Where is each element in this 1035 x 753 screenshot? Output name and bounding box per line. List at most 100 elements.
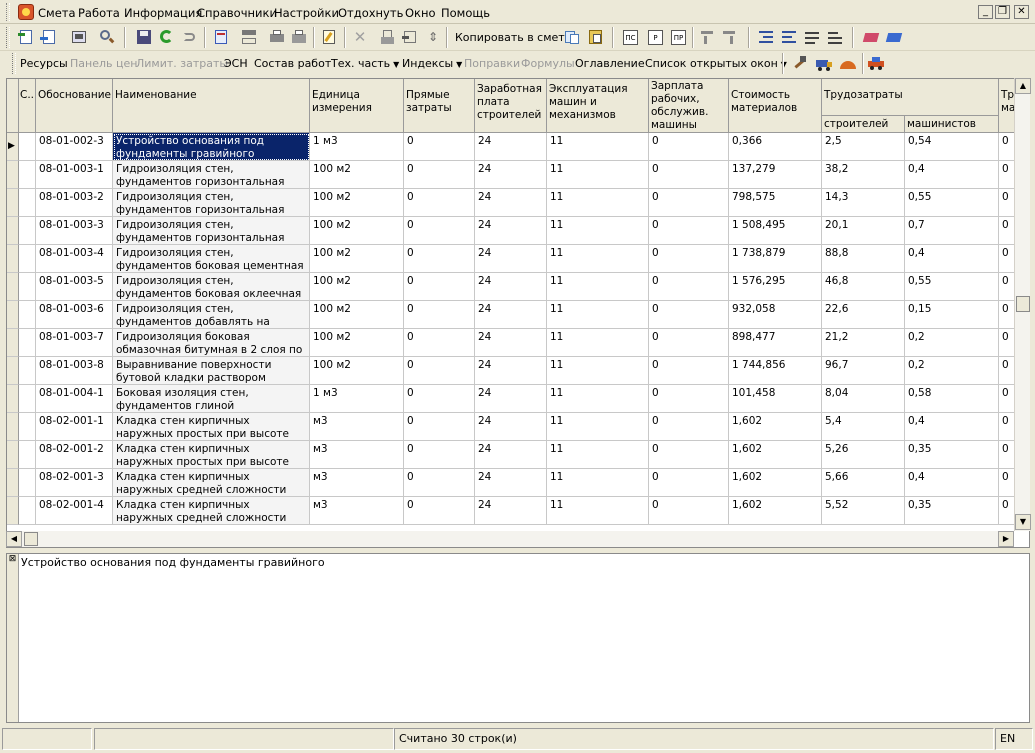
contents-button[interactable]: Оглавление xyxy=(575,57,645,70)
cell-machines[interactable]: 11 xyxy=(547,357,649,385)
cell-unit[interactable]: м3 xyxy=(310,441,404,469)
insert-row-icon[interactable] xyxy=(18,28,36,46)
open-windows-button[interactable]: Список открытых окон ▼ xyxy=(645,57,787,70)
cell-labor-operators[interactable]: 0,35 xyxy=(905,497,999,525)
cell-machine-wage[interactable]: 0 xyxy=(649,301,729,329)
paste-icon[interactable] xyxy=(587,28,605,46)
cell-materials[interactable]: 798,575 xyxy=(729,189,822,217)
table-row[interactable]: 08-02-001-3 Кладка стен кирпичных наружны… xyxy=(7,469,1029,497)
cell-c[interactable] xyxy=(19,469,36,497)
cell-machine-wage[interactable]: 0 xyxy=(649,161,729,189)
cell-wage[interactable]: 24 xyxy=(475,329,547,357)
cell-c[interactable] xyxy=(19,357,36,385)
recalc-icon[interactable] xyxy=(212,28,230,46)
cell-labor-operators[interactable]: 0,15 xyxy=(905,301,999,329)
work-composition-button[interactable]: Состав работ xyxy=(254,57,331,70)
cell-materials[interactable]: 1,602 xyxy=(729,413,822,441)
table-row[interactable]: 08-01-003-5 Гидроизоляция стен, фундамент… xyxy=(7,273,1029,301)
menu-item-window[interactable]: Окно xyxy=(405,6,436,20)
save-icon[interactable] xyxy=(135,28,153,46)
cell-labor-builders[interactable]: 88,8 xyxy=(822,245,905,273)
cell-materials[interactable]: 1 744,856 xyxy=(729,357,822,385)
cell-materials[interactable]: 1,602 xyxy=(729,497,822,525)
cell-basis[interactable]: 08-01-004-1 xyxy=(36,385,113,413)
cell-wage[interactable]: 24 xyxy=(475,357,547,385)
close-detail-icon[interactable]: ⊠ xyxy=(8,555,17,564)
cell-wage[interactable]: 24 xyxy=(475,161,547,189)
cell-c[interactable] xyxy=(19,189,36,217)
cell-unit[interactable]: 100 м2 xyxy=(310,217,404,245)
r-icon[interactable]: Р xyxy=(646,28,664,46)
cell-c[interactable] xyxy=(19,301,36,329)
cell-c[interactable] xyxy=(19,245,36,273)
cell-wage[interactable]: 24 xyxy=(475,301,547,329)
cell-name[interactable]: Кладка стен кирпичных наружных средней с… xyxy=(113,469,310,497)
undo-icon[interactable] xyxy=(181,28,199,46)
cell-basis[interactable]: 08-01-003-7 xyxy=(36,329,113,357)
cell-unit[interactable]: м3 xyxy=(310,413,404,441)
limit-costs-button[interactable]: Лимит. затраты xyxy=(136,57,228,70)
menu-item-help[interactable]: Помощь xyxy=(441,6,490,20)
close-button[interactable]: ✕ xyxy=(1014,5,1029,19)
cell-materials[interactable]: 101,458 xyxy=(729,385,822,413)
price-panel-button[interactable]: Панель цен xyxy=(70,57,137,70)
cell-labor-builders[interactable]: 21,2 xyxy=(822,329,905,357)
book-blue-icon[interactable] xyxy=(885,28,903,46)
cell-machine-wage[interactable]: 0 xyxy=(649,217,729,245)
cell-materials[interactable]: 1,602 xyxy=(729,441,822,469)
cell-labor-builders[interactable]: 20,1 xyxy=(822,217,905,245)
cell-wage[interactable]: 24 xyxy=(475,469,547,497)
insert-child-icon[interactable] xyxy=(40,28,58,46)
indent-right-icon[interactable] xyxy=(757,28,775,46)
cell-labor-operators[interactable]: 0,35 xyxy=(905,441,999,469)
cell-machines[interactable]: 11 xyxy=(547,385,649,413)
cell-c[interactable] xyxy=(19,497,36,525)
align-icon[interactable] xyxy=(826,28,844,46)
cell-basis[interactable]: 08-02-001-2 xyxy=(36,441,113,469)
cell-basis[interactable]: 08-01-003-8 xyxy=(36,357,113,385)
cell-labor-operators[interactable]: 0,55 xyxy=(905,273,999,301)
cell-wage[interactable]: 24 xyxy=(475,273,547,301)
cell-machine-wage[interactable]: 0 xyxy=(649,133,729,161)
cell-wage[interactable]: 24 xyxy=(475,245,547,273)
cell-machine-wage[interactable]: 0 xyxy=(649,357,729,385)
header-machine-wage[interactable]: Зарплата рабочих, обслужив. машины xyxy=(649,79,729,133)
cell-wage[interactable]: 24 xyxy=(475,441,547,469)
cell-direct[interactable]: 0 xyxy=(404,497,475,525)
cell-c[interactable] xyxy=(19,329,36,357)
table-row[interactable]: ▶ 08-01-002-3 Устройство основания под фун… xyxy=(7,133,1029,161)
cell-direct[interactable]: 0 xyxy=(404,357,475,385)
sort-icon[interactable]: ⇕ xyxy=(424,28,442,46)
table-row[interactable]: 08-02-001-4 Кладка стен кирпичных наружны… xyxy=(7,497,1029,525)
restore-button[interactable]: ❐ xyxy=(995,5,1010,19)
cell-materials[interactable]: 1 508,495 xyxy=(729,217,822,245)
scroll-down-icon[interactable]: ▼ xyxy=(1015,514,1031,530)
table-row[interactable]: 08-01-004-1 Боковая изоляция стен, фундам… xyxy=(7,385,1029,413)
tree-expand-icon[interactable] xyxy=(720,28,738,46)
cell-materials[interactable]: 0,366 xyxy=(729,133,822,161)
move-icon[interactable] xyxy=(401,28,419,46)
vertical-scrollbar[interactable]: ▲ ▼ xyxy=(1014,78,1031,531)
cell-labor-builders[interactable]: 5,4 xyxy=(822,413,905,441)
cell-c[interactable] xyxy=(19,161,36,189)
cell-direct[interactable]: 0 xyxy=(404,441,475,469)
cell-name[interactable]: Гидроизоляция стен, фундаментов боковая … xyxy=(113,273,310,301)
cell-c[interactable] xyxy=(19,217,36,245)
menu-item-smeta[interactable]: Смета xyxy=(38,6,76,20)
table-row[interactable]: 08-01-003-6 Гидроизоляция стен, фундамент… xyxy=(7,301,1029,329)
menu-item-references[interactable]: Справочники xyxy=(197,6,277,20)
cell-unit[interactable]: 100 м2 xyxy=(310,329,404,357)
cell-materials[interactable]: 137,279 xyxy=(729,161,822,189)
print-icon[interactable] xyxy=(290,28,308,46)
cell-machines[interactable]: 11 xyxy=(547,161,649,189)
cell-machine-wage[interactable]: 0 xyxy=(649,441,729,469)
cell-wage[interactable]: 24 xyxy=(475,497,547,525)
cell-materials[interactable]: 932,058 xyxy=(729,301,822,329)
cell-labor-builders[interactable]: 5,26 xyxy=(822,441,905,469)
cell-direct[interactable]: 0 xyxy=(404,273,475,301)
minimize-button[interactable]: _ xyxy=(978,5,993,19)
cell-labor-operators[interactable]: 0,4 xyxy=(905,469,999,497)
cell-wage[interactable]: 24 xyxy=(475,385,547,413)
cell-machines[interactable]: 11 xyxy=(547,133,649,161)
cell-machine-wage[interactable]: 0 xyxy=(649,469,729,497)
